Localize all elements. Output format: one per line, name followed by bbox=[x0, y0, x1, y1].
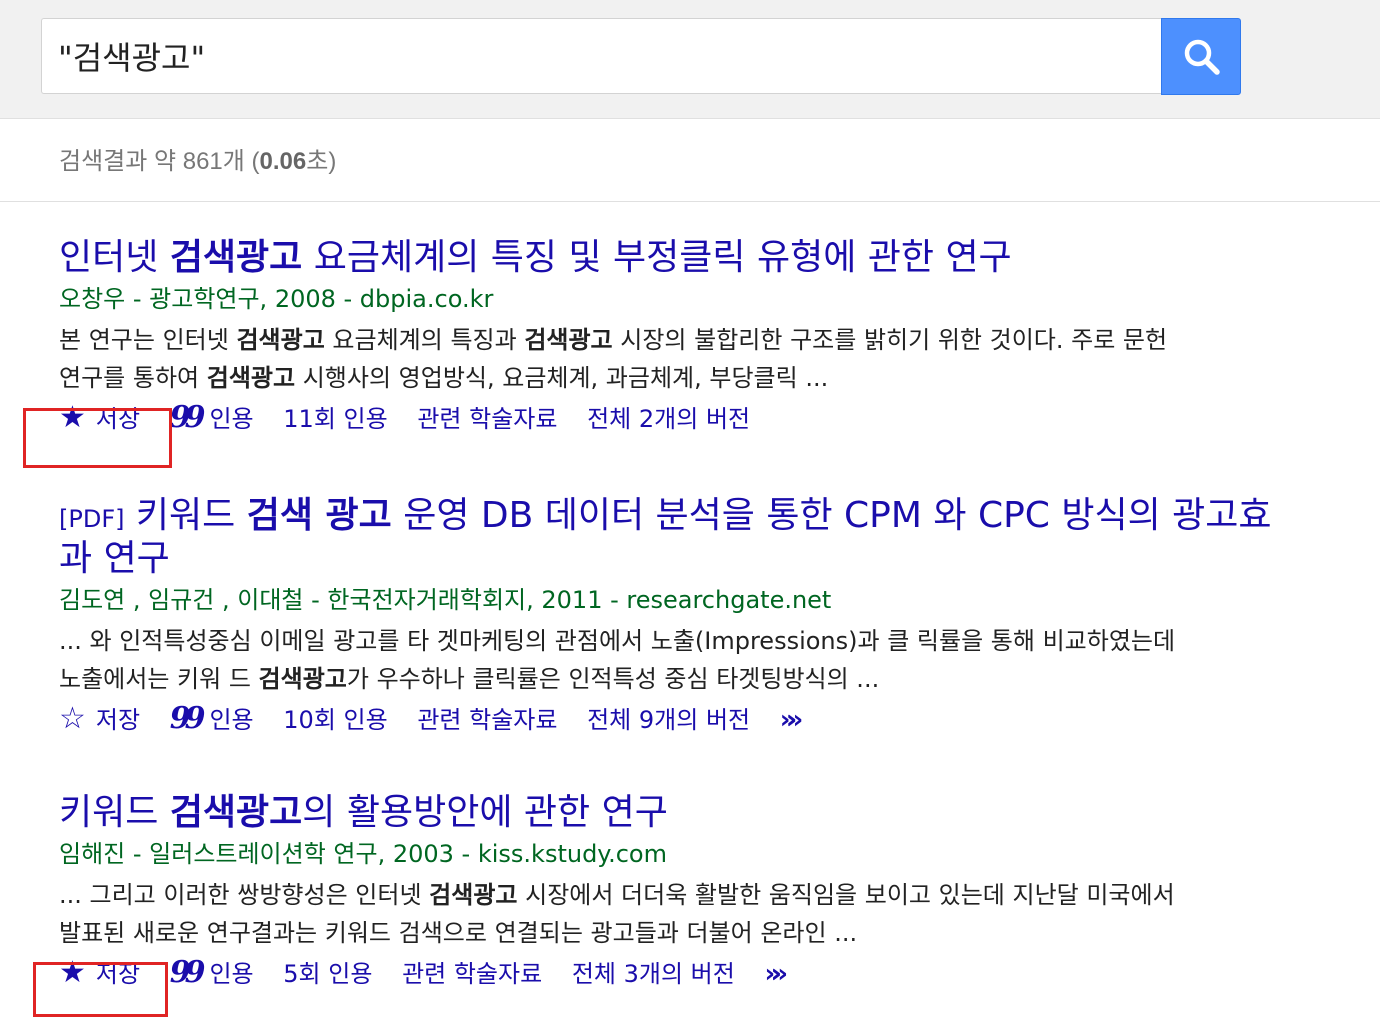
search-button[interactable] bbox=[1161, 18, 1241, 95]
title-text-bold: 검색광고 bbox=[169, 792, 303, 833]
all-versions-link[interactable]: 전체 3개의 버전 bbox=[572, 954, 735, 994]
snippet-highlight: 검색광고 bbox=[258, 665, 347, 693]
highlight-box bbox=[23, 408, 172, 468]
cite-label: 인용 bbox=[209, 404, 254, 433]
related-articles-link[interactable]: 관련 학술자료 bbox=[402, 954, 542, 994]
divider bbox=[0, 201, 1380, 202]
result-item: [PDF] 키워드 검색 광고 운영 DB 데이터 분석을 통한 CPM 와 C… bbox=[59, 496, 1289, 741]
more-icon[interactable]: »» bbox=[764, 954, 787, 994]
snippet-highlight: 검색광고 bbox=[206, 364, 296, 392]
result-meta[interactable]: 오창우 - 광고학연구, 2008 - dbpia.co.kr bbox=[59, 283, 1289, 315]
title-text-post: 의 활용방안에 관한 연구 bbox=[302, 792, 668, 833]
result-item: 키워드 검색광고의 활용방안에 관한 연구 임해진 - 일러스트레이션학 연구,… bbox=[59, 793, 1289, 995]
star-outline-icon: ☆ bbox=[59, 701, 86, 736]
quote-icon: 99 bbox=[169, 399, 206, 435]
cite-button[interactable]: 99 인용 bbox=[170, 700, 254, 741]
title-text-bold: 검색 광고 bbox=[246, 495, 392, 536]
snippet-highlight: 검색광고 bbox=[236, 326, 325, 354]
result-time-suffix: 초) bbox=[306, 148, 337, 175]
title-text-pre: 키워드 bbox=[59, 792, 170, 833]
cite-label: 인용 bbox=[209, 959, 254, 988]
snippet-highlight: 검색광고 bbox=[429, 881, 518, 909]
search-header bbox=[0, 0, 1380, 119]
title-text-post: 요금체계의 특징 및 부정클릭 유형에 관한 연구 bbox=[302, 237, 1012, 278]
quote-icon: 99 bbox=[169, 954, 206, 990]
cite-button[interactable]: 99 인용 bbox=[170, 399, 254, 440]
result-title[interactable]: 키워드 검색광고의 활용방안에 관한 연구 bbox=[59, 793, 1289, 833]
result-snippet: ... 와 인적특성중심 이메일 광고를 타 겟마케팅의 관점에서 노출(Imp… bbox=[59, 627, 1176, 693]
cited-by-link[interactable]: 11회 인용 bbox=[283, 399, 387, 439]
result-meta[interactable]: 김도연 , 임규건 , 이대철 - 한국전자거래학회지, 2011 - rese… bbox=[59, 584, 1289, 616]
related-articles-link[interactable]: 관련 학술자료 bbox=[417, 399, 557, 439]
snippet-highlight: 검색광고 bbox=[524, 326, 613, 354]
cited-by-link[interactable]: 5회 인용 bbox=[283, 954, 372, 994]
title-text-bold: 검색광고 bbox=[169, 237, 303, 278]
cite-button[interactable]: 99 인용 bbox=[170, 954, 254, 995]
search-input[interactable] bbox=[42, 19, 1162, 93]
pdf-tag[interactable]: [PDF] bbox=[59, 505, 124, 533]
result-meta[interactable]: 임해진 - 일러스트레이션학 연구, 2003 - kiss.kstudy.co… bbox=[59, 838, 1289, 870]
search-icon bbox=[1184, 39, 1220, 75]
result-time: 0.06 bbox=[259, 148, 307, 175]
cite-label: 인용 bbox=[209, 705, 254, 734]
result-actions: ☆ 저장 99 인용 10회 인용 관련 학술자료 전체 9개의 버전 »» bbox=[59, 699, 1289, 741]
save-button[interactable]: ☆ 저장 bbox=[59, 700, 140, 740]
result-count: 검색결과 약 861개 ( bbox=[59, 148, 260, 175]
title-text-pre: 인터넷 bbox=[59, 237, 170, 278]
result-actions: ★ 저장 99 인용 5회 인용 관련 학술자료 전체 3개의 버전 »» bbox=[59, 953, 1289, 995]
title-text-pre: 키워드 bbox=[124, 495, 247, 536]
result-title[interactable]: [PDF] 키워드 검색 광고 운영 DB 데이터 분석을 통한 CPM 와 C… bbox=[59, 496, 1289, 579]
result-actions: ★ 저장 99 인용 11회 인용 관련 학술자료 전체 2개의 버전 bbox=[59, 398, 1289, 440]
result-title[interactable]: 인터넷 검색광고 요금체계의 특징 및 부정클릭 유형에 관한 연구 bbox=[59, 238, 1289, 278]
result-snippet: 본 연구는 인터넷 검색광고 요금체계의 특징과 검색광고 시장의 불합리한 구… bbox=[59, 326, 1168, 392]
more-icon[interactable]: »» bbox=[780, 700, 803, 740]
all-versions-link[interactable]: 전체 2개의 버전 bbox=[587, 399, 750, 439]
save-label: 저장 bbox=[95, 706, 141, 734]
related-articles-link[interactable]: 관련 학술자료 bbox=[417, 700, 557, 740]
result-snippet: ... 그리고 이러한 쌍방향성은 인터넷 검색광고 시장에서 더더욱 활발한 … bbox=[59, 881, 1175, 947]
cited-by-link[interactable]: 10회 인용 bbox=[283, 700, 387, 740]
search-box[interactable] bbox=[41, 18, 1162, 94]
highlight-box bbox=[33, 962, 168, 1017]
all-versions-link[interactable]: 전체 9개의 버전 bbox=[587, 700, 750, 740]
quote-icon: 99 bbox=[169, 700, 206, 736]
result-item: 인터넷 검색광고 요금체계의 특징 및 부정클릭 유형에 관한 연구 오창우 -… bbox=[59, 238, 1289, 440]
result-stats: 검색결과 약 861개 (0.06초) bbox=[59, 141, 336, 176]
